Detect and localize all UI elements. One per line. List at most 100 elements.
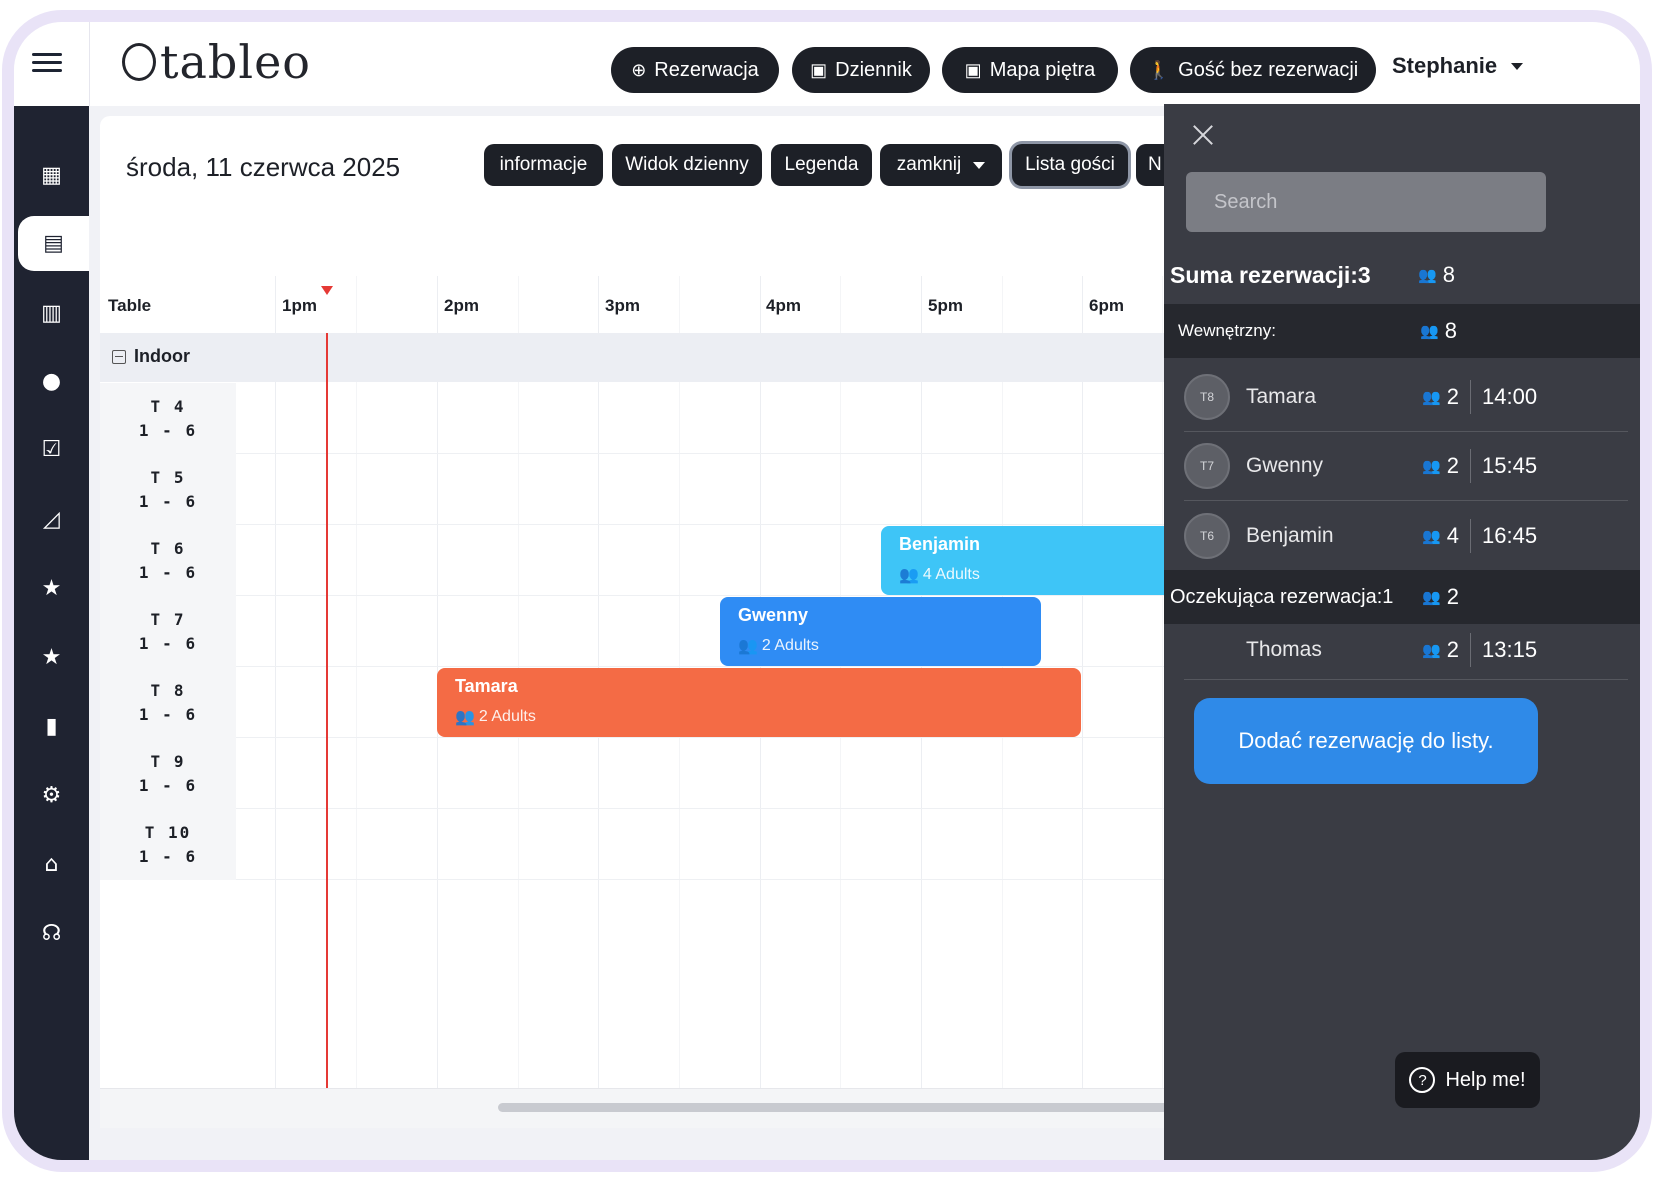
reservation-guests: 4 Adults: [922, 566, 980, 583]
divider: [1470, 632, 1471, 667]
table-badge: T6: [1184, 512, 1230, 559]
reservation-name: Benjamin: [899, 534, 981, 554]
table-label[interactable]: T 6 1 - 6: [100, 525, 236, 596]
next-view-label: N: [1148, 154, 1162, 175]
info-button[interactable]: informacje: [484, 144, 603, 186]
guest-row-tamara[interactable]: T8 Tamara 👥 2 14:00: [1184, 363, 1628, 432]
area-label: Indoor: [134, 346, 190, 366]
add-to-list-button[interactable]: Dodać rezerwację do listy.: [1194, 698, 1538, 784]
legend-button[interactable]: Legenda: [771, 144, 872, 186]
table-row: T 10 1 - 6: [100, 809, 1180, 880]
total-reservations-label: Suma rezerwacji:3: [1170, 261, 1371, 288]
hour-label: 2pm: [444, 296, 479, 315]
sidebar-item-guests[interactable]: ●: [14, 354, 89, 409]
headset-icon: ☊: [41, 921, 62, 946]
table-label[interactable]: T 7 1 - 6: [100, 596, 236, 667]
calendar-icon: ▣: [964, 59, 982, 80]
section-label: Wewnętrzny:: [1178, 321, 1276, 340]
table-name: T 4: [150, 396, 186, 416]
guest-people: 2: [1446, 636, 1459, 662]
guest-time: 14:00: [1482, 384, 1538, 409]
reservation-block-tamara[interactable]: Tamara 👥 2 Adults: [437, 668, 1081, 737]
guest-list-panel: Suma rezerwacji:3 👥 8 Wewnętrzny: 👥 8 T8…: [1164, 104, 1640, 1160]
guest-name: Benjamin: [1246, 523, 1334, 547]
reservation-guests: 2 Adults: [761, 637, 819, 654]
table-label[interactable]: T 9 1 - 6: [100, 738, 236, 809]
star-icon: ★: [41, 576, 62, 601]
close-dropdown-button[interactable]: zamknij: [880, 144, 1002, 186]
sidebar-item-reservations[interactable]: ▥: [14, 286, 89, 341]
table-column-header: Table: [108, 296, 152, 315]
floor-map-button[interactable]: ▣ Mapa piętra: [942, 47, 1118, 93]
table-capacity: 1 - 6: [138, 846, 198, 866]
table-label[interactable]: T 4 1 - 6: [100, 383, 236, 454]
current-time-line: [326, 333, 328, 1088]
guest-row-gwenny[interactable]: T7 Gwenny 👥 2 15:45: [1184, 432, 1628, 501]
dashboard-icon: ▦: [41, 163, 62, 188]
walk-in-label: Gość bez rezerwacji: [1178, 58, 1359, 81]
people-icon: 👥: [738, 638, 758, 655]
tableo-logo[interactable]: tableo: [122, 34, 311, 90]
section-header-pending: Oczekująca rezerwacja:1 👥 2: [1164, 570, 1640, 624]
sidebar-item-vouchers[interactable]: ▮: [14, 699, 89, 754]
guest-row-benjamin[interactable]: T6 Benjamin 👥 4 16:45: [1184, 501, 1628, 570]
table-label[interactable]: T 10 1 - 6: [100, 809, 236, 880]
people-icon: 👥: [1422, 458, 1441, 475]
table-name: T 10: [144, 822, 192, 842]
guest-count: 👥 2: [1422, 637, 1459, 663]
sidebar-item-reviews[interactable]: ★: [14, 561, 89, 616]
area-row-indoor: [100, 333, 1180, 382]
help-button[interactable]: ? Help me!: [1395, 1052, 1540, 1108]
people-icon: 👥: [1422, 527, 1441, 545]
user-menu[interactable]: Stephanie: [1392, 46, 1524, 86]
hour-label: 6pm: [1089, 296, 1124, 315]
table-badge: T8: [1184, 374, 1230, 420]
journal-button[interactable]: ▣ Dziennik: [792, 47, 930, 93]
sidebar-item-support[interactable]: ☊: [14, 906, 89, 961]
table-name: T 7: [150, 609, 186, 629]
gear-icon: ⚙: [41, 783, 62, 808]
guest-name: Tamara: [1246, 385, 1317, 408]
total-people-count: 8: [1442, 262, 1455, 287]
walk-in-button[interactable]: 🚶 Gość bez rezerwacji: [1130, 47, 1376, 93]
app-frame: tableo ⊕ Rezerwacja ▣ Dziennik ▣ Mapa pi…: [0, 0, 1654, 1183]
section-people: 👥 8: [1420, 318, 1457, 344]
pending-row-thomas[interactable]: Thomas 👥 2 13:15: [1184, 620, 1628, 680]
collapse-icon: [112, 349, 126, 364]
people-icon: 👥: [1420, 323, 1439, 340]
sidebar-item-messages[interactable]: ☑: [14, 422, 89, 477]
sidebar-item-reports[interactable]: ◿: [14, 492, 89, 547]
hamburger-menu-icon[interactable]: [28, 48, 66, 82]
divider: [1470, 380, 1471, 414]
sidebar-item-settings[interactable]: ⚙: [14, 768, 89, 823]
chevron-down-icon: [1511, 62, 1524, 70]
hour-label: 4pm: [766, 296, 801, 315]
legend-label: Legenda: [784, 154, 859, 175]
people-icon: 👥: [1422, 589, 1441, 606]
table-label[interactable]: T 5 1 - 6: [100, 454, 236, 525]
new-reservation-button[interactable]: ⊕ Rezerwacja: [611, 47, 779, 93]
sidebar-item-favorites[interactable]: ★: [14, 630, 89, 685]
people-icon: 👥: [1422, 641, 1441, 659]
sidebar-item-dashboard[interactable]: ▦: [14, 148, 89, 203]
people-icon: 👥: [1418, 267, 1437, 284]
reservation-guests: 2 Adults: [478, 708, 536, 725]
guest-count: 👥 2: [1422, 453, 1459, 479]
horizontal-scrollbar[interactable]: [498, 1103, 1180, 1112]
search-input[interactable]: [1186, 172, 1546, 232]
guest-list-button[interactable]: Lista gości: [1012, 144, 1128, 186]
table-label[interactable]: T 8 1 - 6: [100, 667, 236, 738]
table-row: T 4 1 - 6: [100, 383, 1180, 454]
table-name: T 5: [150, 467, 186, 487]
reservation-block-gwenny[interactable]: Gwenny 👥 2 Adults: [720, 597, 1041, 666]
reservation-block-benjamin[interactable]: Benjamin 👥 4 Adults: [881, 526, 1180, 595]
sidebar-item-events[interactable]: ⌂: [14, 837, 89, 892]
left-sidebar: ▦ ▤ ▥ ● ☑ ◿ ★ ★ ▮ ⚙ ⌂ ☊: [14, 106, 89, 1160]
guest-people: 4: [1446, 522, 1459, 548]
area-toggle-indoor[interactable]: Indoor: [112, 346, 190, 367]
close-icon[interactable]: [1190, 122, 1216, 148]
sidebar-item-calendar[interactable]: ▤: [18, 216, 89, 271]
table-row: T 5 1 - 6: [100, 454, 1180, 525]
day-view-button[interactable]: Widok dzienny: [612, 144, 762, 186]
pending-people-count: 2: [1446, 584, 1459, 609]
